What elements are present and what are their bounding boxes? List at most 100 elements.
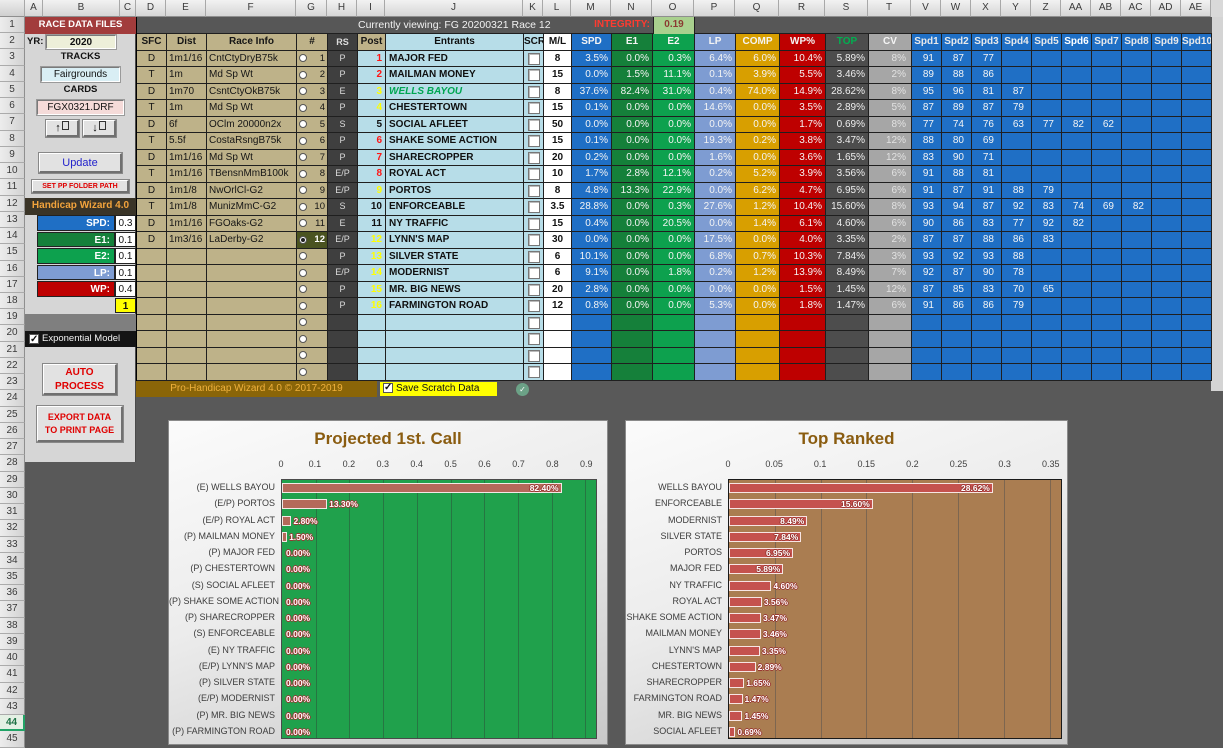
weight-value-cell[interactable]: 0.3 xyxy=(115,215,136,231)
column-header-AA[interactable]: AA xyxy=(1061,0,1091,17)
row-header-35[interactable]: 35 xyxy=(0,568,25,586)
row-header-3[interactable]: 3 xyxy=(0,49,25,66)
set-pp-folder-path-button[interactable]: SET PP FOLDER PATH xyxy=(31,179,130,194)
race-radio-button[interactable] xyxy=(299,285,307,294)
scratch-checkbox[interactable] xyxy=(527,283,540,296)
race-radio-button[interactable] xyxy=(299,153,307,162)
row-header-25[interactable]: 25 xyxy=(0,406,25,423)
row-header-29[interactable]: 29 xyxy=(0,471,25,488)
race-radio-button[interactable] xyxy=(299,351,307,360)
column-header-H[interactable]: H xyxy=(327,0,357,17)
row-header-6[interactable]: 6 xyxy=(0,98,25,115)
year-input[interactable]: 2020 xyxy=(45,33,117,50)
scratch-checkbox[interactable] xyxy=(527,135,540,147)
column-header-K[interactable]: K xyxy=(523,0,543,17)
column-header-I[interactable]: I xyxy=(357,0,385,17)
column-header-Y[interactable]: Y xyxy=(1001,0,1031,17)
column-header-M[interactable]: M xyxy=(571,0,611,17)
auto-process-button[interactable]: AUTO PROCESS xyxy=(42,363,118,396)
column-header-E[interactable]: E xyxy=(166,0,206,17)
row-header-22[interactable]: 22 xyxy=(0,357,25,375)
row-header-14[interactable]: 14 xyxy=(0,228,25,245)
row-header-31[interactable]: 31 xyxy=(0,504,25,521)
save-scratch-checkbox[interactable] xyxy=(383,381,393,396)
scratch-checkbox[interactable] xyxy=(527,85,540,98)
column-header-X[interactable]: X xyxy=(971,0,1001,17)
column-header-AD[interactable]: AD xyxy=(1151,0,1181,17)
track-select[interactable]: Fairgrounds xyxy=(40,66,121,83)
scratch-checkbox[interactable] xyxy=(527,316,540,329)
prev-card-button[interactable]: ↑ xyxy=(45,119,80,138)
row-header-36[interactable]: 36 xyxy=(0,585,25,602)
race-radio-button[interactable] xyxy=(299,219,307,228)
row-header-13[interactable]: 13 xyxy=(0,211,25,229)
scratch-checkbox[interactable] xyxy=(527,69,540,81)
scratch-checkbox[interactable] xyxy=(527,349,540,362)
race-radio-button[interactable] xyxy=(299,120,307,129)
row-header-9[interactable]: 9 xyxy=(0,146,25,164)
row-header-38[interactable]: 38 xyxy=(0,617,25,634)
row-header-27[interactable]: 27 xyxy=(0,439,25,456)
column-header-C[interactable]: C xyxy=(120,0,136,17)
row-header-15[interactable]: 15 xyxy=(0,244,25,261)
row-header-42[interactable]: 42 xyxy=(0,682,25,699)
card-file-select[interactable]: FGX0321.DRF xyxy=(36,99,125,116)
scratch-checkbox[interactable] xyxy=(527,201,540,213)
row-header-17[interactable]: 17 xyxy=(0,276,25,293)
row-header-45[interactable]: 45 xyxy=(0,731,25,748)
race-radio-button[interactable] xyxy=(299,186,307,195)
row-header-26[interactable]: 26 xyxy=(0,422,25,440)
scratch-checkbox[interactable] xyxy=(527,217,540,230)
column-header-B[interactable]: B xyxy=(43,0,120,17)
column-header-O[interactable]: O xyxy=(652,0,694,17)
row-header-32[interactable]: 32 xyxy=(0,520,25,537)
row-header-28[interactable]: 28 xyxy=(0,455,25,472)
row-header-16[interactable]: 16 xyxy=(0,260,25,277)
export-data-button[interactable]: EXPORT DATA TO PRINT PAGE xyxy=(36,405,124,443)
row-header-41[interactable]: 41 xyxy=(0,666,25,683)
weight-value-cell[interactable]: 0.1 xyxy=(115,264,136,280)
race-radio-button[interactable] xyxy=(299,136,307,145)
column-header-A[interactable]: A xyxy=(25,0,43,17)
column-header-R[interactable]: R xyxy=(779,0,825,17)
row-header-19[interactable]: 19 xyxy=(0,309,25,326)
row-header-23[interactable]: 23 xyxy=(0,374,25,391)
row-header-11[interactable]: 11 xyxy=(0,179,25,196)
row-header-39[interactable]: 39 xyxy=(0,633,25,651)
column-header-T[interactable]: T xyxy=(868,0,911,17)
row-header-12[interactable]: 12 xyxy=(0,195,25,212)
race-radio-button[interactable] xyxy=(299,318,307,327)
race-radio-button[interactable] xyxy=(299,334,307,343)
scratch-checkbox[interactable] xyxy=(527,118,540,131)
column-header-AB[interactable]: AB xyxy=(1091,0,1121,17)
race-radio-button[interactable] xyxy=(299,54,307,63)
weight-value-cell[interactable]: 0.4 xyxy=(115,281,136,297)
column-header-Z[interactable]: Z xyxy=(1031,0,1061,17)
race-radio-button[interactable] xyxy=(299,252,307,261)
row-header-24[interactable]: 24 xyxy=(0,390,25,407)
race-radio-button[interactable] xyxy=(299,103,307,112)
race-radio-button[interactable] xyxy=(299,202,307,211)
row-header-33[interactable]: 33 xyxy=(0,536,25,553)
next-card-button[interactable]: ↓ xyxy=(82,119,117,138)
row-header-21[interactable]: 21 xyxy=(0,341,25,358)
row-header-37[interactable]: 37 xyxy=(0,601,25,618)
row-header-43[interactable]: 43 xyxy=(0,698,25,716)
column-header-N[interactable]: N xyxy=(611,0,652,17)
scratch-checkbox[interactable] xyxy=(527,267,540,279)
race-radio-button[interactable] xyxy=(299,301,307,310)
row-header-18[interactable]: 18 xyxy=(0,292,25,310)
row-header-1[interactable]: 1 xyxy=(0,17,25,34)
column-header-W[interactable]: W xyxy=(941,0,971,17)
scratch-checkbox[interactable] xyxy=(527,168,540,180)
scratch-checkbox[interactable] xyxy=(527,300,540,312)
scratch-checkbox[interactable] xyxy=(527,234,540,246)
scratch-checkbox[interactable] xyxy=(527,250,540,263)
exponential-model-checkbox[interactable] xyxy=(29,332,39,349)
row-header-30[interactable]: 30 xyxy=(0,487,25,505)
scratch-checkbox[interactable] xyxy=(527,151,540,164)
column-header-AE[interactable]: AE xyxy=(1181,0,1211,17)
scratch-checkbox[interactable] xyxy=(527,333,540,345)
row-header-20[interactable]: 20 xyxy=(0,325,25,342)
row-header-8[interactable]: 8 xyxy=(0,130,25,147)
